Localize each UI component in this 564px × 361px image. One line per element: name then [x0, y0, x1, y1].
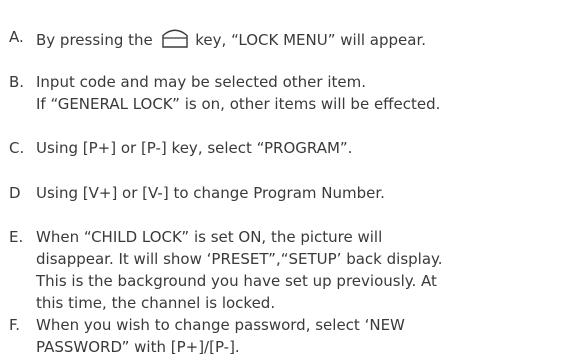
- lock-menu-key-icon: [160, 26, 190, 54]
- step-text: Using [V+] or [V-] to change Program Num…: [36, 182, 561, 204]
- step-text: When “CHILD LOCK” is set ON, the picture…: [36, 226, 561, 314]
- step-text-after-icon: key, “LOCK MENU” will appear.: [190, 31, 427, 49]
- step-line: This is the background you have set up p…: [36, 272, 437, 290]
- step-marker: D: [9, 184, 21, 202]
- step-line: Using [P+] or [P-] key, select “PROGRAM”…: [36, 139, 353, 157]
- step-text: When you wish to change password, select…: [36, 314, 561, 358]
- step-text: Input code and may be selected other ite…: [36, 71, 561, 115]
- step-text: Using [P+] or [P-] key, select “PROGRAM”…: [36, 137, 561, 159]
- step-line: disappear. It will show ‘PRESET”,“SETUP’…: [36, 250, 443, 268]
- step-line: When you wish to change password, select…: [36, 316, 405, 334]
- step-line: Input code and may be selected other ite…: [36, 73, 366, 91]
- step-marker: E.: [9, 228, 24, 246]
- step-text-before-icon: By pressing the: [36, 31, 158, 49]
- step-marker: C.: [9, 139, 25, 157]
- step-marker: B.: [9, 73, 25, 91]
- step-line: PASSWORD” with [P+]/[P-].: [36, 338, 240, 356]
- step-marker: A.: [9, 28, 24, 46]
- step-line: When “CHILD LOCK” is set ON, the picture…: [36, 228, 383, 246]
- step-text: By pressing the key, “LOCK MENU” will ap…: [36, 26, 561, 54]
- step-line: If “GENERAL LOCK” is on, other items wil…: [36, 95, 441, 113]
- step-line: this time, the channel is locked.: [36, 294, 276, 312]
- step-marker: F.: [9, 316, 20, 334]
- step-line: Using [V+] or [V-] to change Program Num…: [36, 184, 385, 202]
